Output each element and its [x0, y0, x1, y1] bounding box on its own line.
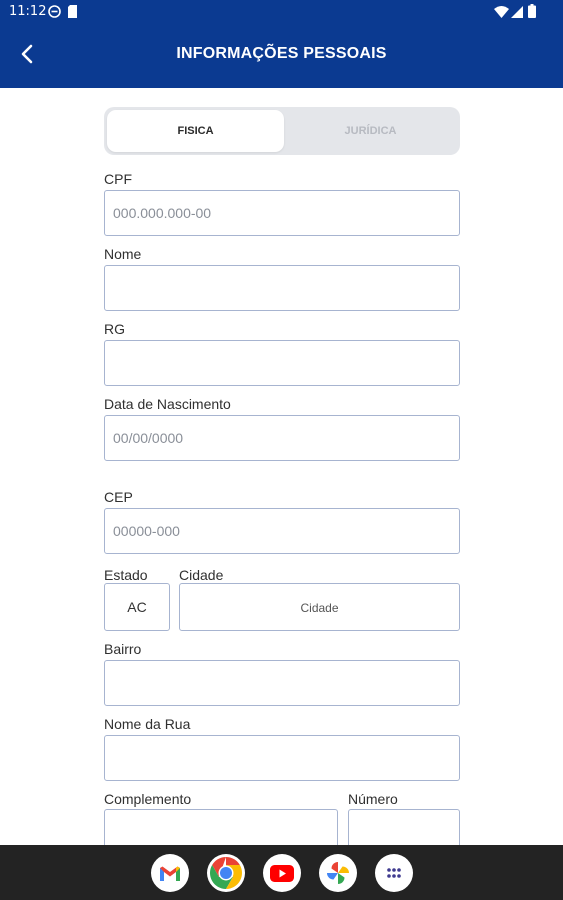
rua-input[interactable]: [104, 735, 460, 781]
status-bar: 11:12: [0, 0, 563, 23]
chrome-icon[interactable]: [207, 854, 245, 892]
dnd-icon: [48, 5, 61, 23]
gmail-icon[interactable]: [151, 854, 189, 892]
tab-juridica[interactable]: JURÍDICA: [284, 110, 457, 152]
nascimento-input[interactable]: [104, 415, 460, 461]
app-bar: INFORMAÇÕES PESSOAIS: [0, 23, 563, 88]
status-time: 11:12: [9, 4, 47, 19]
numero-label: Número: [348, 791, 398, 807]
cep-input[interactable]: [104, 508, 460, 554]
rua-label: Nome da Rua: [104, 716, 191, 732]
cpf-input[interactable]: [104, 190, 460, 236]
cidade-select[interactable]: [179, 583, 460, 631]
nascimento-label: Data de Nascimento: [104, 396, 231, 412]
youtube-icon[interactable]: [263, 854, 301, 892]
cidade-label: Cidade: [179, 567, 224, 583]
rg-label: RG: [104, 321, 125, 337]
sd-card-icon: [67, 5, 78, 23]
nome-label: Nome: [104, 246, 142, 262]
estado-label: Estado: [104, 567, 148, 583]
bairro-input[interactable]: [104, 660, 460, 706]
bairro-label: Bairro: [104, 641, 142, 657]
estado-select[interactable]: [104, 583, 170, 631]
nome-input[interactable]: [104, 265, 460, 311]
photos-icon[interactable]: [319, 854, 357, 892]
wifi-icon: [494, 5, 509, 23]
app-drawer-icon[interactable]: [375, 854, 413, 892]
cep-label: CEP: [104, 489, 133, 505]
rg-input[interactable]: [104, 340, 460, 386]
signal-icon: [511, 5, 523, 23]
page-title: INFORMAÇÕES PESSOAIS: [176, 45, 387, 62]
complemento-label: Complemento: [104, 791, 192, 807]
battery-icon: [528, 4, 536, 23]
tab-fisica[interactable]: FISICA: [107, 110, 284, 152]
taskbar: [0, 845, 563, 900]
person-type-toggle: FISICA JURÍDICA: [104, 107, 460, 155]
cpf-label: CPF: [104, 171, 132, 187]
